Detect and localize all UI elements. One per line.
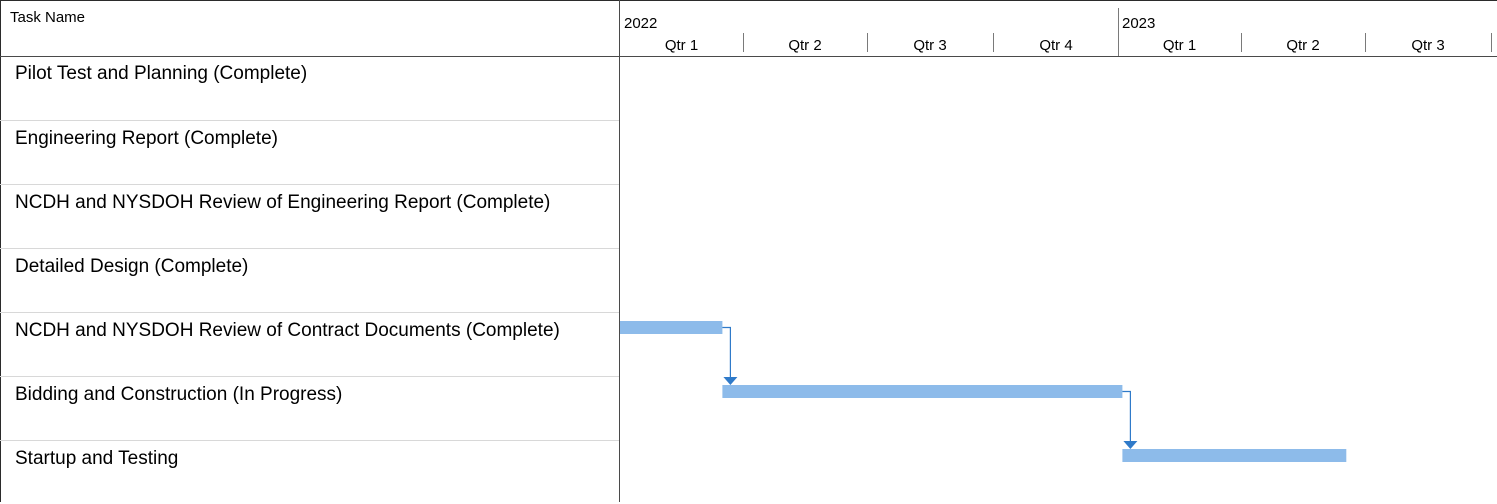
task-bar[interactable] <box>722 385 1123 398</box>
dependency-link[interactable] <box>1122 390 1131 443</box>
gantt-chart-area <box>620 321 1347 462</box>
dependency-arrow-icon <box>1123 441 1138 449</box>
dependency-link[interactable] <box>722 326 731 379</box>
dependency-arrow-icon <box>723 377 738 385</box>
task-bar[interactable] <box>1122 449 1347 462</box>
task-bar[interactable] <box>620 321 723 334</box>
